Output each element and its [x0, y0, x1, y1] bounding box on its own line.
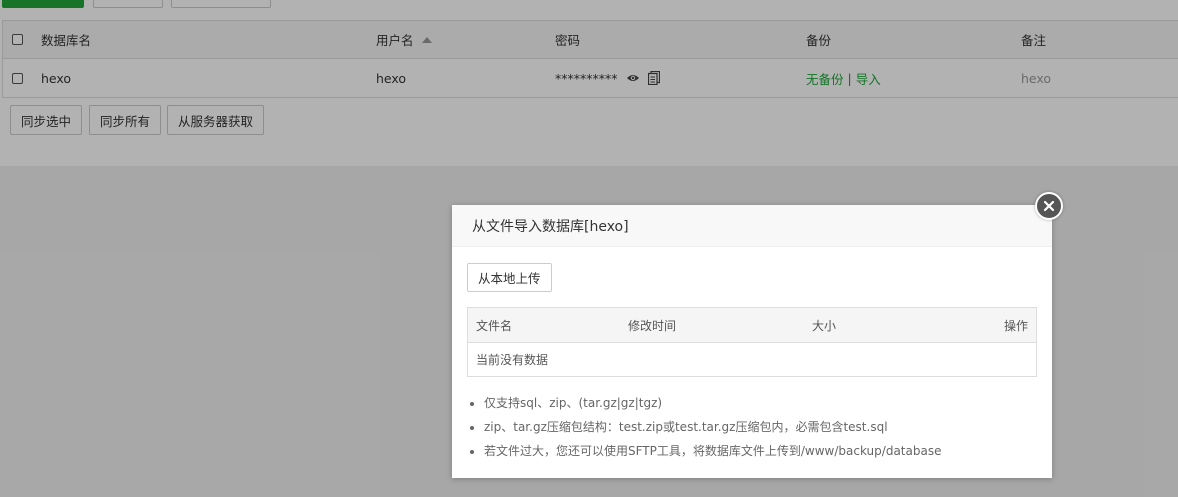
modal-title: 从文件导入数据库[hexo]	[452, 205, 1052, 247]
column-header-filename: 文件名	[476, 318, 513, 333]
help-notes: 仅支持sql、zip、(tar.gz|gz|tgz) zip、tar.gz压缩包…	[467, 391, 941, 463]
empty-text: 当前没有数据	[476, 353, 549, 367]
column-header-modified: 修改时间	[628, 318, 677, 333]
help-note: 若文件过大，您还可以使用SFTP工具，将数据库文件上传到/www/backup/…	[484, 439, 941, 463]
file-table-header: 文件名 修改时间 大小 操作	[468, 308, 1036, 343]
page: 数据库名 用户名 密码 备份 备注 hexo hexo ********** 无…	[0, 0, 1178, 497]
upload-local-button[interactable]: 从本地上传	[467, 263, 552, 292]
file-table: 文件名 修改时间 大小 操作 当前没有数据	[467, 307, 1037, 377]
help-note: 仅支持sql、zip、(tar.gz|gz|tgz)	[484, 391, 941, 415]
close-icon[interactable]	[1035, 192, 1063, 220]
file-table-empty-row: 当前没有数据	[468, 343, 1036, 376]
column-header-size: 大小	[812, 318, 837, 333]
help-note: zip、tar.gz压缩包结构：test.zip或test.tar.gz压缩包内…	[484, 415, 941, 439]
import-modal: 从文件导入数据库[hexo] 从本地上传 文件名 修改时间 大小 操作 当前没有…	[452, 205, 1052, 478]
column-header-ops: 操作	[1003, 318, 1028, 333]
